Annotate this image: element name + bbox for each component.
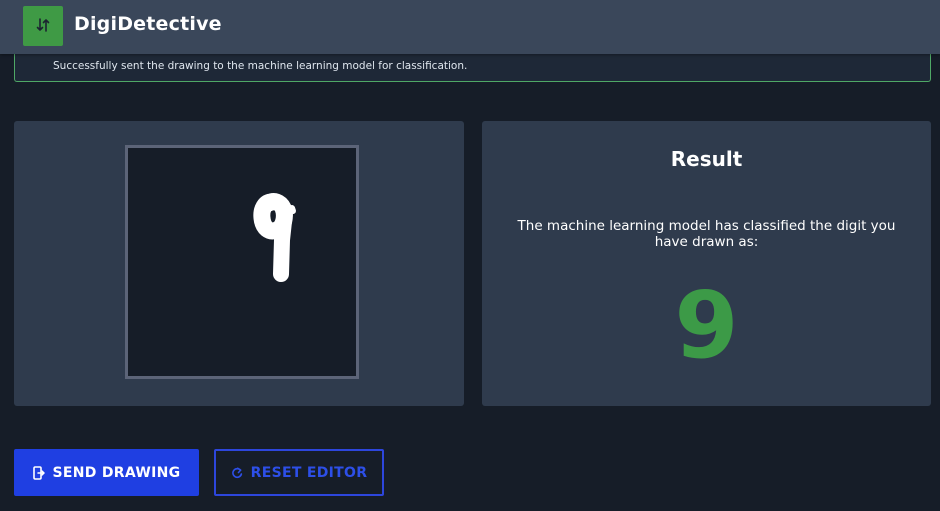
- reset-icon: [231, 466, 243, 479]
- app-root: DigiDetective Successfully sent the draw…: [0, 0, 940, 511]
- sort-arrows-icon: [36, 17, 50, 36]
- send-drawing-button[interactable]: SEND DRAWING: [14, 449, 199, 496]
- app-title: DigiDetective: [74, 13, 222, 35]
- result-card: Result The machine learning model has cl…: [482, 121, 931, 406]
- reset-editor-button[interactable]: RESET EDITOR: [214, 449, 384, 496]
- app-header: DigiDetective: [0, 0, 940, 54]
- drawing-card: [14, 121, 464, 406]
- alert-message: Successfully sent the drawing to the mac…: [53, 60, 468, 72]
- send-drawing-label: SEND DRAWING: [52, 464, 181, 481]
- app-logo[interactable]: [23, 6, 63, 46]
- drawn-digit-stroke: [253, 193, 296, 282]
- drawing-canvas[interactable]: [125, 145, 359, 379]
- reset-editor-label: RESET EDITOR: [250, 464, 368, 481]
- predicted-digit: 9: [674, 272, 739, 379]
- success-alert: Successfully sent the drawing to the mac…: [14, 50, 931, 82]
- send-icon: [32, 465, 45, 480]
- result-title: Result: [670, 147, 743, 171]
- result-description: The machine learning model has classifie…: [517, 218, 896, 250]
